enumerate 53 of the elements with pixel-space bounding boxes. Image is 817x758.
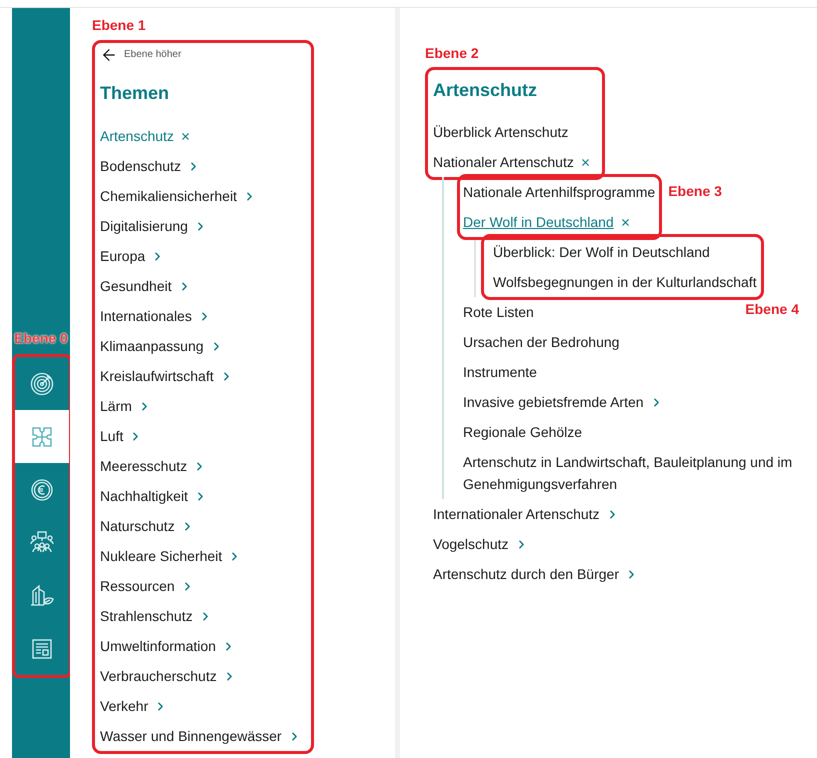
nav-link[interactable]: Invasive gebietsfremde Arten (463, 387, 663, 417)
panel-title: Artenschutz (433, 79, 538, 102)
close-icon[interactable] (580, 156, 591, 168)
back-link[interactable]: Ebene höher (100, 46, 182, 64)
nav-link[interactable]: Artenschutz durch den Bürger (433, 559, 638, 589)
nav-link[interactable]: Regionale Gehölze (463, 417, 582, 447)
panel-title: Themen (100, 82, 170, 105)
annotation-label: Ebene 3 (668, 183, 722, 199)
nav-link[interactable]: Wasser und Binnengewässer (100, 721, 301, 751)
nav-link[interactable]: Artenschutz (100, 121, 191, 151)
nav-link[interactable]: Umweltinformation (100, 631, 235, 661)
nav-link[interactable]: Internationaler Artenschutz (433, 499, 619, 529)
annotation-label: Ebene 1 (92, 17, 147, 33)
annotation-label: Ebene 2 (425, 45, 480, 61)
newspaper-icon (30, 636, 54, 660)
building-icon (29, 582, 55, 608)
sidebar-tab[interactable] (15, 410, 69, 463)
nav-link[interactable]: Luft (100, 421, 142, 451)
puzzle-icon (30, 424, 54, 448)
nav-link[interactable]: Überblick Artenschutz (433, 117, 568, 147)
nav-link[interactable]: Verkehr (100, 691, 168, 721)
nav-link[interactable]: Überblick: Der Wolf in Deutschland (493, 237, 710, 267)
euro-icon (30, 478, 54, 502)
nav-link[interactable]: Instrumente (463, 357, 537, 387)
nav-link[interactable]: Bodenschutz (100, 151, 200, 181)
nav-link[interactable]: Ressourcen (100, 571, 194, 601)
nav-link[interactable]: Gesundheit (100, 271, 191, 301)
nav-link[interactable]: Vogelschutz (433, 529, 528, 559)
nav-link[interactable]: Naturschutz (100, 511, 194, 541)
target-icon (30, 372, 54, 396)
nav-link[interactable]: Der Wolf in Deutschland (463, 207, 631, 237)
nav-link[interactable]: Verbraucherschutz (100, 661, 236, 691)
annotation-label: Ebene 0 (14, 330, 68, 346)
nav-link[interactable]: Kreislaufwirtschaft (100, 361, 233, 391)
nav-link[interactable]: Lärm (100, 391, 151, 421)
nav-link[interactable]: Nationaler Artenschutz (433, 147, 591, 177)
nav-link[interactable]: Chemikaliensicherheit (100, 181, 256, 211)
nav-link[interactable]: Rote Listen (463, 297, 534, 327)
nav-link[interactable]: Klimaanpassung (100, 331, 223, 361)
close-icon[interactable] (180, 130, 191, 142)
nav-link[interactable]: Europa (100, 241, 164, 271)
nav-link[interactable]: Ursachen der Bedrohung (463, 327, 620, 357)
annotation-label: Ebene 4 (745, 301, 799, 317)
nav-link[interactable]: Nachhaltigkeit (100, 481, 207, 511)
nav-link[interactable]: Digitalisierung (100, 211, 207, 241)
nav-link[interactable]: Nukleare Sicherheit (100, 541, 242, 571)
close-icon[interactable] (620, 216, 631, 228)
nav-link[interactable]: Internationales (100, 301, 211, 331)
nav-link[interactable]: Artenschutz in Landwirtschaft, Bauleitplanung und im Genehmigungsverfahren (463, 447, 803, 499)
nav-link[interactable]: Wolfsbegegnungen in der Kulturlandschaft (493, 267, 757, 297)
nav-link[interactable]: Strahlenschutz (100, 601, 212, 631)
nav-link[interactable]: Meeresschutz (100, 451, 206, 481)
nav-link[interactable]: Nationale Artenhilfsprogramme (463, 177, 656, 207)
